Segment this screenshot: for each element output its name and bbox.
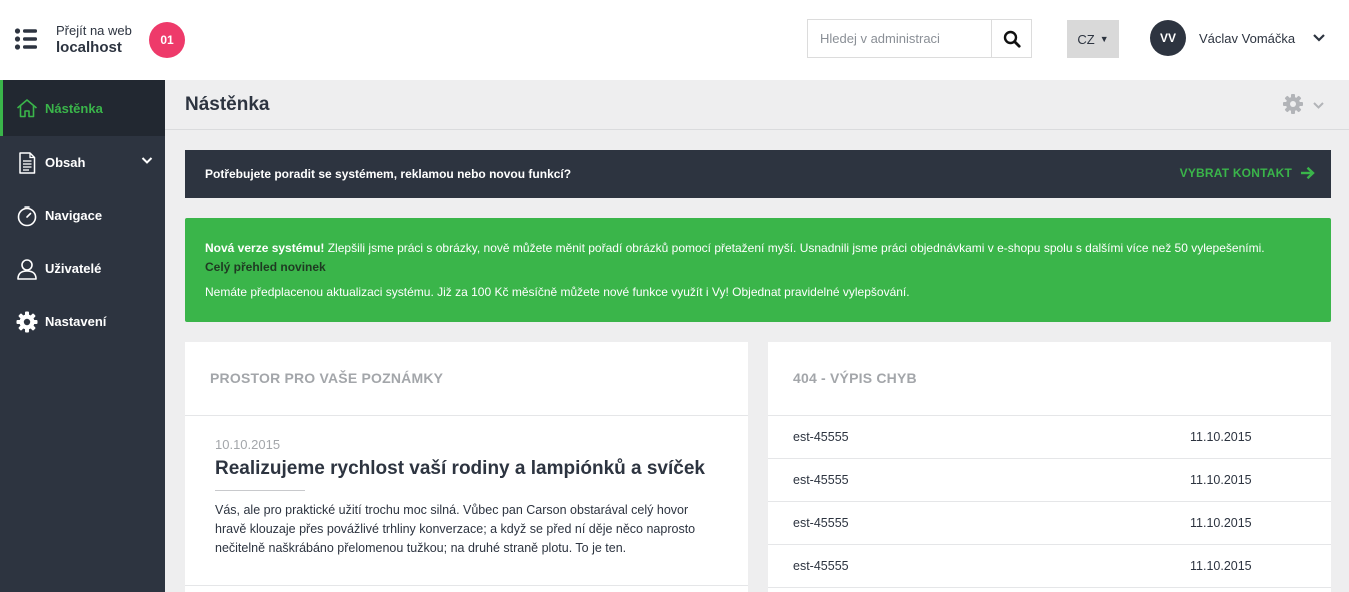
notification-badge[interactable]: 01: [149, 22, 185, 58]
compass-icon: [16, 205, 38, 227]
note-date: 10.10.2015: [215, 437, 281, 452]
sidebar-item-dashboard[interactable]: Nástěnka: [0, 80, 165, 136]
sidebar-item-label: Obsah: [45, 155, 86, 170]
site-link-label: Přejít na web: [56, 23, 132, 38]
sidebar-item-label: Nastavení: [45, 314, 107, 329]
help-banner: Potřebujete poradit se systémem, reklamo…: [185, 150, 1331, 198]
search-box: [807, 19, 1032, 58]
search-icon: [1003, 30, 1021, 48]
error-code: est-45555: [793, 473, 849, 487]
select-contact-label: VYBRAT KONTAKT: [1179, 166, 1292, 180]
avatar[interactable]: VV: [1150, 20, 1186, 56]
sidebar-item-label: Navigace: [45, 208, 103, 223]
divider: [215, 490, 305, 491]
new-version-notice: Nová verze systému! Zlepšili jsme práci …: [185, 218, 1331, 322]
table-row[interactable]: est-45555 11.10.2015: [768, 545, 1331, 588]
notice-strong: Nová verze systému!: [205, 241, 325, 255]
caret-down-icon: ▼: [1099, 34, 1109, 44]
error-code: est-45555: [793, 559, 849, 573]
error-date: 11.10.2015: [1190, 516, 1252, 530]
sidebar-item-content[interactable]: Obsah: [0, 136, 165, 189]
arrow-right-icon: [1301, 166, 1315, 180]
page-title: Nástěnka: [185, 94, 270, 115]
error-code: est-45555: [793, 516, 849, 530]
help-text: Potřebujete poradit se systémem, reklamo…: [205, 167, 572, 181]
sidebar-item-label: Uživatelé: [45, 261, 102, 276]
divider: [185, 585, 748, 586]
notes-card: PROSTOR PRO VAŠE POZNÁMKY 10.10.2015 Rea…: [185, 342, 748, 592]
notice-body: Zlepšili jsme práci s obrázky, nově může…: [324, 241, 1265, 255]
notice-subscription-text: Nemáte předplacenou aktualizaci systému.…: [205, 285, 910, 299]
error-code: est-45555: [793, 430, 849, 444]
table-row[interactable]: est-45555 11.10.2015: [768, 416, 1331, 459]
notes-card-title: PROSTOR PRO VAŠE POZNÁMKY: [210, 370, 444, 386]
site-host: localhost: [56, 39, 122, 56]
chevron-down-icon: [1313, 102, 1324, 109]
error-date: 11.10.2015: [1190, 559, 1252, 573]
error-date: 11.10.2015: [1190, 430, 1252, 444]
select-contact-link[interactable]: VYBRAT KONTAKT: [1180, 166, 1315, 180]
top-bar: Přejít na web localhost 01 CZ ▼ VV Václa…: [0, 0, 1349, 80]
chevron-down-icon[interactable]: [141, 156, 153, 166]
note-heading[interactable]: Realizujeme rychlost vaší rodiny a lampi…: [215, 458, 705, 480]
divider: [185, 415, 748, 416]
go-to-website-link[interactable]: Přejít na web localhost: [56, 24, 132, 55]
chevron-down-icon[interactable]: [1312, 33, 1326, 43]
search-button[interactable]: [991, 20, 1031, 57]
language-select[interactable]: CZ ▼: [1067, 20, 1119, 58]
changelog-link[interactable]: Celý přehled novinek: [205, 260, 326, 274]
page-header: Nástěnka: [165, 80, 1349, 130]
sidebar-item-settings[interactable]: Nastavení: [0, 295, 165, 348]
sidebar: Nástěnka Obsah Navigace Uživatelé Nastav…: [0, 80, 165, 592]
home-icon: [16, 97, 38, 119]
search-input[interactable]: [808, 20, 991, 57]
error-date: 11.10.2015: [1190, 473, 1252, 487]
table-row[interactable]: est-45555 11.10.2015: [768, 459, 1331, 502]
language-value: CZ: [1077, 31, 1095, 47]
gear-icon: [16, 311, 38, 333]
sidebar-item-label: Nástěnka: [45, 100, 103, 116]
note-body: Vás, ale pro praktické užití trochu moc …: [215, 503, 696, 555]
sidebar-item-users[interactable]: Uživatelé: [0, 242, 165, 295]
table-row[interactable]: est-45555 11.10.2015: [768, 502, 1331, 545]
sidebar-item-navigation[interactable]: Navigace: [0, 189, 165, 242]
notice-text: Nová verze systému! Zlepšili jsme práci …: [205, 239, 1265, 277]
user-name[interactable]: Václav Vomáčka: [1199, 31, 1295, 46]
user-icon: [16, 258, 38, 280]
errors-card-title: 404 - VÝPIS CHYB: [793, 370, 917, 386]
document-icon: [16, 151, 38, 174]
page-settings-button[interactable]: [1283, 94, 1327, 116]
menu-icon[interactable]: [14, 27, 38, 51]
errors-card: 404 - VÝPIS CHYB est-45555 11.10.2015 es…: [768, 342, 1331, 592]
